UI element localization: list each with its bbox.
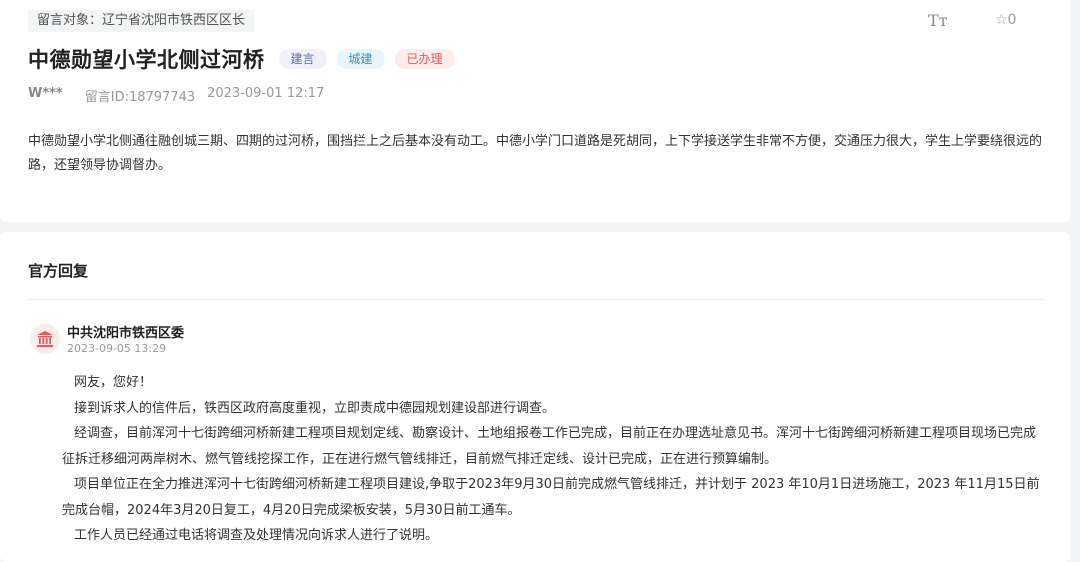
message-time: 2023-09-01 12:17 xyxy=(207,86,325,101)
reply-time: 2023-09-05 13:29 xyxy=(67,342,167,355)
author-name: W*** xyxy=(28,86,63,101)
reply-heading: 官方回复 xyxy=(28,262,89,280)
status-badge: 已办理 xyxy=(394,49,455,69)
divider xyxy=(28,299,1044,300)
reply-paragraph: 接到诉求人的信件后，铁西区政府高度重视，立即责成中德园规划建设部进行调查。 xyxy=(74,400,556,416)
favorite-button[interactable]: ☆0 xyxy=(995,12,1016,28)
title-row: 中德勋望小学北侧过河桥 建言 城建 已办理 xyxy=(28,44,465,74)
message-target-tag: 留言对象：辽宁省沈阳市铁西区区长 xyxy=(28,10,255,32)
message-title: 中德勋望小学北侧过河桥 xyxy=(28,48,265,72)
type-badge: 建言 xyxy=(278,49,327,69)
message-content: 中德勋望小学北侧通往融创城三期、四期的过河桥，围挡拦上之后基本没有动工。中德小学… xyxy=(28,134,1043,173)
reply-paragraph: 工作人员已经通过电话将调查及处理情况向诉求人进行了说明。 xyxy=(74,528,439,543)
category-badge: 城建 xyxy=(336,49,385,69)
reply-paragraph: 经调查，目前浑河十七街跨细河桥新建工程项目规划定线、勘察设计、土地组报卷工作已完… xyxy=(62,426,1037,467)
message-meta: W*** 留言ID:18797743 2023-09-01 12:17 xyxy=(28,86,324,105)
message-id: 留言ID:18797743 xyxy=(84,90,196,105)
reply-paragraph: 项目单位正在全力推进浑河十七街跨细河桥新建工程项目建设,争取于2023年9月30… xyxy=(62,477,1040,518)
reply-body: 网友，您好！ 接到诉求人的信件后，铁西区政府高度重视，立即责成中德园规划建设部进… xyxy=(62,370,1044,549)
reply-org-name: 中共沈阳市铁西区委 xyxy=(67,326,185,341)
reply-card: 官方回复 中共沈阳市铁西区委 2023-09-05 13:29 网友，您好！ 接… xyxy=(0,232,1070,562)
government-building-icon xyxy=(30,324,60,354)
font-size-toggle-icon[interactable]: Tт xyxy=(928,11,948,30)
message-card: 留言对象：辽宁省沈阳市铁西区区长 Tт ☆0 中德勋望小学北侧过河桥 建言 城建… xyxy=(0,0,1070,222)
reply-paragraph: 网友，您好！ xyxy=(74,375,153,390)
